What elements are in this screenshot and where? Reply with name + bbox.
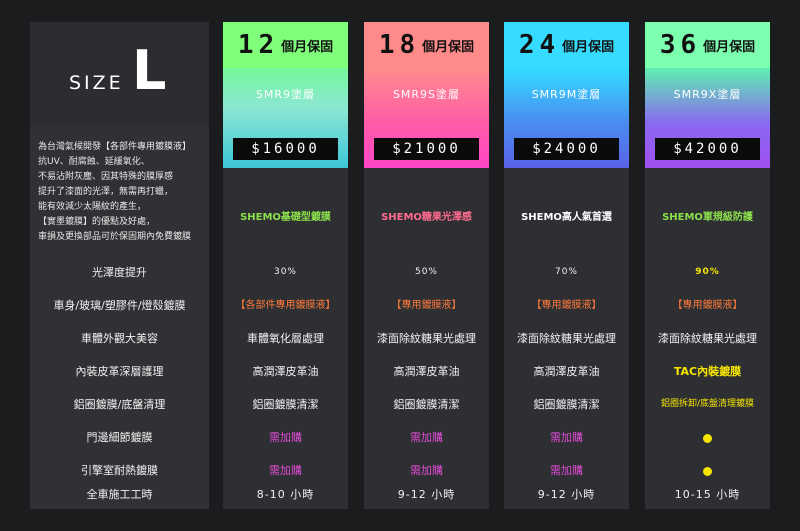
warranty-header: 12 個月保固 [223,22,348,68]
plan-slogan: SHEMO糖果光澤感 [381,212,472,223]
row-label-exterior: 車體外觀大美容 [81,332,158,345]
warranty-number: 18 [378,30,421,60]
plan-slogan: SHEMO基礎型鍍膜 [240,212,331,223]
warranty-unit: 個月保固 [422,39,475,55]
coating-name: SMR9S塗層 [392,88,461,101]
cell-leather: 高潤澤皮革油 [533,365,600,378]
cell-wheels: 鋁圈拆卸/底盤清理鍍膜 [660,399,755,409]
cell-door-edge: 需加購 [410,431,443,444]
cell-leather: 高潤澤皮革油 [393,365,460,378]
coating-name: SMR9塗層 [255,88,316,101]
price-tag: $24000 [514,138,619,160]
row-label-leather: 內裝皮革深層護理 [75,365,164,378]
cell-exterior: 漆面除紋糖果光處理 [377,332,476,345]
cell-gloss: 30% [273,267,297,277]
size-word: SIZE [69,72,124,94]
warranty-header: 24 個月保固 [504,22,629,68]
cell-door-edge: 需加購 [550,431,583,444]
cell-gloss: 50% [414,267,438,277]
row-label-door-edge: 門邊細節鍍膜 [86,431,153,444]
included-dot-icon [703,433,712,443]
cell-exterior: 漆面除紋糖果光處理 [517,332,616,345]
cell-body-coating: 【專用鍍膜液】 [531,300,602,311]
row-label-body-coating: 車身/玻璃/塑膠件/燈殼鍍膜 [53,299,186,312]
cell-wheels: 鋁圈鍍膜清潔 [393,398,460,411]
warranty-unit: 個月保固 [703,39,756,55]
cell-exterior: 車體氧化層處理 [247,332,324,345]
cell-hours: 9-12 小時 [397,488,456,501]
cell-wheels: 鋁圈鍍膜清潔 [533,398,600,411]
cell-exterior: 漆面除紋糖果光處理 [658,332,757,345]
cell-hours: 8-10 小時 [256,488,315,501]
warranty-header: 18 個月保固 [364,22,489,68]
cell-gloss: 90% [695,267,720,277]
size-letter: L [132,39,167,102]
coating-name: SMR9M塗層 [531,88,602,101]
cell-leather: TAC內裝鍍膜 [673,365,742,378]
cell-wheels: 鋁圈鍍膜清潔 [252,398,319,411]
price-tag: $21000 [374,138,479,160]
cell-hours: 9-12 小時 [537,488,596,501]
warranty-unit: 個月保固 [281,39,334,55]
included-dot-icon [703,466,712,476]
cell-door-edge [645,421,770,454]
row-label-gloss: 光澤度提升 [92,266,147,279]
cell-hours: 10-15 小時 [674,488,741,501]
coating-name: SMR9X塗層 [673,88,742,101]
warranty-number: 36 [659,30,702,60]
warranty-number: 24 [518,30,561,60]
warranty-number: 12 [237,30,280,60]
description-text: 為台灣氣候開發【各部件專用鍍膜液】 抗UV、耐腐蝕、延緩氧化、 不易沾附灰塵、因… [38,142,192,242]
cell-gloss: 70% [554,267,578,277]
cell-body-coating: 【專用鍍膜液】 [391,300,462,311]
row-label-hours: 全車施工工時 [86,488,153,501]
warranty-unit: 個月保固 [562,39,615,55]
cell-body-coating: 【專用鍍膜液】 [672,300,743,311]
price-tag: $42000 [655,138,760,160]
plan-slogan: SHEMO高人氣首選 [521,212,612,223]
price-tag: $16000 [233,138,338,160]
warranty-header: 36 個月保固 [645,22,770,68]
cell-body-coating: 【各部件專用鍍膜液】 [235,300,336,311]
cell-leather: 高潤澤皮革油 [252,365,319,378]
row-label-wheels: 鋁圈鍍膜/底盤清理 [73,398,166,411]
cell-door-edge: 需加購 [269,431,302,444]
plan-slogan: SHEMO軍規級防護 [662,212,753,223]
